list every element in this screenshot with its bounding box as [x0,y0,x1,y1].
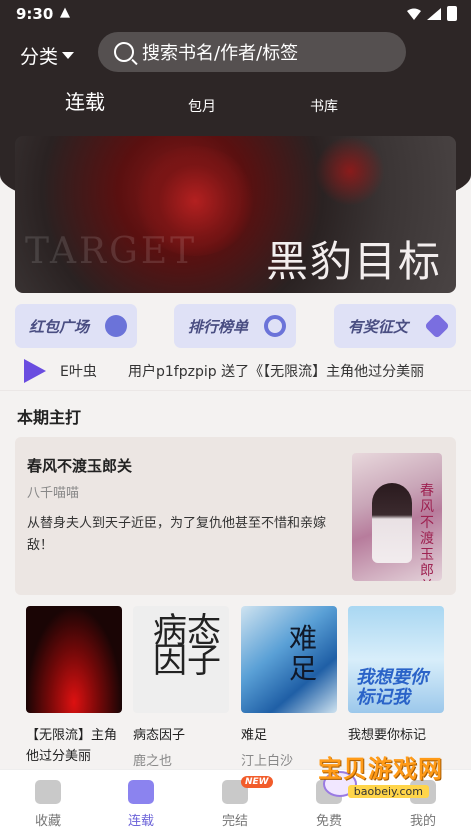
nav-label: 收藏 [34,814,61,829]
ticker-message: 用户p1fpzpip 送了《【无限流】主角他过分美丽 [128,364,425,380]
ticker-prev: E叶虫 [60,364,97,380]
medal-icon [264,315,286,337]
search-icon [114,42,134,62]
book-cover: 病态因子 [133,606,229,713]
book-cover [26,606,122,713]
site-watermark: 宝贝游戏网 baobeiy.com [303,745,443,815]
book-title: 【无限流】主角他过分美丽 [26,728,118,764]
book-cover: 我想要你标记我 [348,606,444,713]
book-item[interactable]: 我想要你标记我 我想要你标记 [348,606,444,746]
nav-label: 完结 [221,814,248,829]
book-author: 鹿之也 [133,754,173,769]
tab-monthly[interactable]: 包月 [188,96,216,116]
wifi-icon [407,8,421,20]
cover-text: 我想要你标记我 [356,667,428,708]
banner-rose-small [315,136,385,206]
featured-title: 春风不渡玉郎关 [27,457,133,475]
cover-figure [372,483,412,563]
watermark-text: 宝贝游戏网 [318,755,443,783]
battery-icon [447,6,457,21]
section-title: 本期主打 [17,408,82,427]
featured-cover: 春风不渡玉郎关 [352,453,442,581]
chip-label: 红包广场 [29,317,90,336]
signal-icon [427,7,441,20]
shortcut-chips: 红包广场 排行榜单 有奖征文 [0,304,471,348]
banner-title: 黑豹目标 [265,237,442,286]
serial-icon [128,780,154,804]
book-title: 我想要你标记 [348,728,427,743]
cover-text: 难足 [289,622,318,685]
favorites-icon [35,780,61,804]
featured-description: 从替身夫人到天子近臣，为了复仇他甚至不惜和亲嫁敌！ [27,516,327,553]
new-badge: NEW [241,776,273,788]
watermark-url: baobeiy.com [347,785,429,798]
book-item[interactable]: 【无限流】主角他过分美丽 [26,606,122,767]
nav-serial[interactable]: 连载 [101,780,181,829]
cover-text: 病态因子 [153,611,221,681]
red-packet-chip[interactable]: 红包广场 [15,304,137,348]
nav-favorites[interactable]: 收藏 [8,780,88,829]
book-title: 难足 [241,728,268,743]
nav-completed[interactable]: NEW 完结 [195,776,275,829]
book-item[interactable]: 病态因子 病态因子 鹿之也 [133,606,229,769]
search-placeholder: 搜索书名/作者/标签 [142,43,299,64]
book-cover: 难足 [241,606,337,713]
nav-label: 免费 [315,814,342,829]
triangle-icon [424,313,450,339]
status-time: 9:30 [16,5,54,23]
featured-book-card[interactable]: 春风不渡玉郎关 八千喵喵 从替身夫人到天子近臣，为了复仇他甚至不惜和亲嫁敌！ 春… [15,437,456,595]
contest-chip[interactable]: 有奖征文 [334,304,456,348]
category-label: 分类 [20,46,59,68]
alert-icon: ▲ [60,5,70,20]
tab-serial[interactable]: 连载 [65,86,105,115]
category-dropdown[interactable]: 分类 [20,42,75,69]
gift-ticker[interactable]: E叶虫 用户p1fpzpip 送了《【无限流】主角他过分美丽 [0,358,471,384]
search-bar[interactable]: 搜索书名/作者/标签 [98,32,406,72]
status-bar: 9:30 ▲ [0,0,471,28]
top-tabs: 连载 包月 书库 [0,88,471,122]
cover-text: 春风不渡玉郎关 [420,483,434,581]
divider [0,390,471,391]
promo-banner[interactable]: TARGET 黑豹目标 [15,136,456,293]
nav-label: 连载 [127,814,154,829]
book-grid: 【无限流】主角他过分美丽 病态因子 病态因子 鹿之也 难足 难足 汀上白沙 我想… [0,606,471,769]
featured-author: 八千喵喵 [27,486,80,501]
nav-label: 我的 [409,814,436,829]
megaphone-icon [24,359,46,383]
book-title: 病态因子 [133,728,186,743]
ranking-chip[interactable]: 排行榜单 [174,304,296,348]
tab-library[interactable]: 书库 [310,96,338,116]
banner-faint-text: TARGET [25,231,198,272]
caret-down-icon [62,52,75,59]
eye-icon [105,315,127,337]
chip-label: 排行榜单 [188,317,249,336]
chip-label: 有奖征文 [348,317,409,336]
